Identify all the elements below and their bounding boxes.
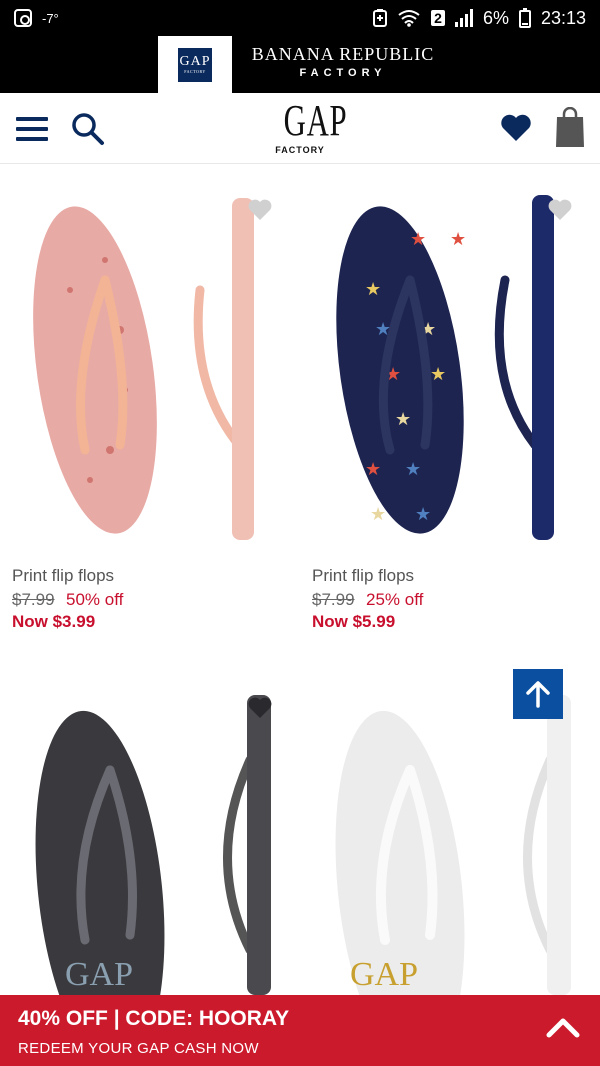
product-image[interactable]: GAP xyxy=(10,680,290,995)
product-card[interactable]: Print flip flops $7.99 50% off Now $3.99 xyxy=(10,180,290,640)
instagram-icon xyxy=(14,9,32,27)
banana-republic-factory-tab[interactable]: BANANA REPUBLIC FACTORY xyxy=(248,44,438,79)
svg-text:★: ★ xyxy=(365,279,381,300)
brand-switcher: GAP FACTORY BANANA REPUBLIC FACTORY xyxy=(0,36,600,93)
network-badge: 2 xyxy=(431,10,445,26)
svg-text:★: ★ xyxy=(395,409,411,430)
svg-text:★: ★ xyxy=(370,504,386,525)
back-to-top-button[interactable] xyxy=(513,669,563,719)
search-icon[interactable] xyxy=(70,111,106,147)
heart-icon[interactable] xyxy=(500,113,532,143)
logo-text: GAP xyxy=(283,96,348,145)
gap-factory-logo[interactable]: GAP FACTORY xyxy=(270,99,346,156)
promo-headline: 40% OFF | CODE: HOORAY xyxy=(18,1007,290,1030)
menu-icon[interactable] xyxy=(16,117,48,141)
svg-text:★: ★ xyxy=(405,459,421,480)
svg-text:★: ★ xyxy=(365,459,381,480)
wishlist-heart-icon[interactable] xyxy=(547,198,573,222)
weather-temp: -7° xyxy=(42,10,59,26)
svg-text:★: ★ xyxy=(450,229,466,250)
discount-label: 25% off xyxy=(366,590,424,609)
shopping-bag-icon[interactable] xyxy=(554,106,586,147)
svg-text:★: ★ xyxy=(430,364,446,385)
chevron-up-icon[interactable] xyxy=(544,1011,582,1041)
gap-mini-logo-text: GAP xyxy=(179,54,211,69)
battery-icon xyxy=(518,8,531,28)
product-card[interactable]: ★ ★ ★ ★ ★ ★ ★ ★ ★ ★ ★ ★ Print flip flops $7.99 2… xyxy=(310,180,590,640)
discount-label: 50% off xyxy=(66,590,124,609)
gap-factory-tab[interactable]: GAP FACTORY xyxy=(158,36,232,93)
sale-price: Now $5.99 xyxy=(312,612,396,631)
promo-subline: REDEEM YOUR GAP CASH NOW xyxy=(18,1040,259,1057)
gap-mini-logo-sub: FACTORY xyxy=(184,69,206,74)
gap-mini-logo: GAP FACTORY xyxy=(178,47,212,82)
banana-republic-line1: BANANA REPUBLIC xyxy=(251,44,435,64)
product-image[interactable] xyxy=(10,180,290,542)
battery-percent: 6% xyxy=(482,7,509,28)
svg-text:★: ★ xyxy=(415,504,431,525)
clock: 23:13 xyxy=(540,7,586,28)
wifi-icon xyxy=(397,9,421,27)
product-image[interactable]: ★ ★ ★ ★ ★ ★ ★ ★ ★ ★ ★ ★ xyxy=(310,180,590,542)
arrow-up-icon xyxy=(526,681,550,708)
signal-icon xyxy=(454,9,473,27)
original-price: $7.99 xyxy=(312,590,355,609)
product-image[interactable]: GAP xyxy=(310,680,590,995)
svg-text:GAP: GAP xyxy=(350,956,418,993)
product-name[interactable]: Print flip flops xyxy=(12,566,114,586)
svg-text:GAP: GAP xyxy=(65,956,133,993)
banana-republic-line2: FACTORY xyxy=(299,67,387,79)
battery-saver-icon xyxy=(373,9,388,27)
product-card[interactable]: GAP xyxy=(310,680,590,995)
promo-banner[interactable]: 40% OFF | CODE: HOORAY REDEEM YOUR GAP C… xyxy=(0,995,600,1066)
product-card[interactable]: GAP xyxy=(10,680,290,995)
original-price: $7.99 xyxy=(12,590,55,609)
status-bar: -7° 2 6% 23:13 xyxy=(0,0,600,36)
logo-sub: FACTORY xyxy=(275,145,325,155)
wishlist-heart-icon[interactable] xyxy=(247,198,273,222)
svg-text:★: ★ xyxy=(410,229,426,250)
sale-price: Now $3.99 xyxy=(12,612,96,631)
product-name[interactable]: Print flip flops xyxy=(312,566,414,586)
wishlist-heart-icon[interactable] xyxy=(247,696,273,720)
